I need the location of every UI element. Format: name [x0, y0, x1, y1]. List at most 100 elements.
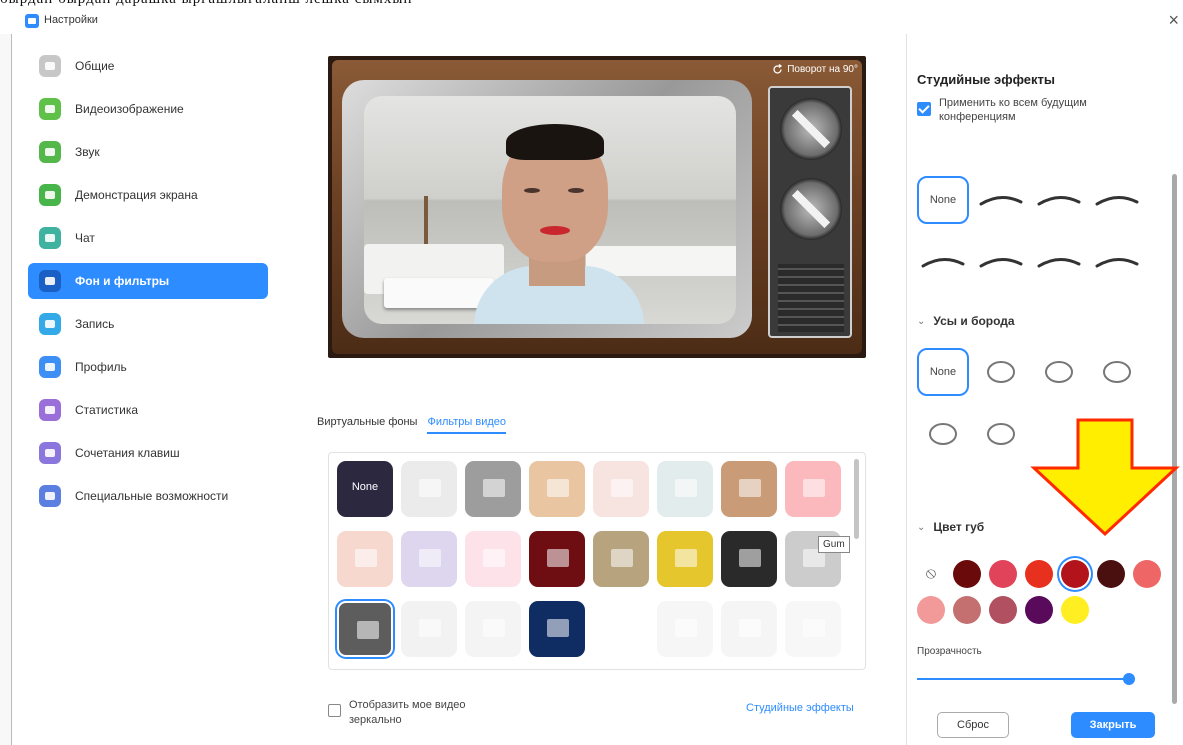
filter-tile[interactable]: [721, 461, 777, 517]
beard-option[interactable]: [975, 410, 1027, 458]
lip-color-swatch[interactable]: [1061, 560, 1089, 588]
sidebar-item-profile[interactable]: Профиль: [28, 349, 268, 385]
lip-color-swatch[interactable]: [1097, 560, 1125, 588]
eyebrow-option[interactable]: [1033, 176, 1085, 224]
sidebar-item-background[interactable]: Фон и фильтры: [28, 263, 268, 299]
lip-color-section-header[interactable]: ⌄ Цвет губ: [917, 520, 984, 534]
headphones-icon: [39, 141, 61, 163]
filter-tile[interactable]: [529, 531, 585, 587]
transparency-slider-thumb[interactable]: [1123, 673, 1135, 685]
filter-tile[interactable]: [657, 601, 713, 657]
sidebar-item-label: Запись: [75, 317, 115, 331]
lip-color-swatch[interactable]: [953, 596, 981, 624]
filter-tile[interactable]: [337, 601, 393, 657]
studio-effects-panel: Студийные эффекты Применить ко всем буду…: [906, 34, 1183, 745]
tab-video-filters[interactable]: Фильтры видео: [427, 416, 507, 434]
video-icon: [39, 98, 61, 120]
filter-tile[interactable]: [529, 601, 585, 657]
sidebar-item-accessibility[interactable]: Специальные возможности: [28, 478, 268, 514]
reset-button[interactable]: Сброс: [937, 712, 1009, 738]
gear-icon: [39, 55, 61, 77]
filter-tile[interactable]: [465, 531, 521, 587]
video-preview: Поворот на 90°: [328, 56, 866, 358]
eyebrow-option[interactable]: [1033, 238, 1085, 286]
sidebar-item-chat[interactable]: Чат: [28, 220, 268, 256]
beard-option[interactable]: [975, 348, 1027, 396]
transparency-slider-track[interactable]: [917, 678, 1133, 680]
filter-tile[interactable]: [529, 461, 585, 517]
lip-color-swatch[interactable]: [1133, 560, 1161, 588]
filter-tile[interactable]: [657, 531, 713, 587]
mirror-checkbox[interactable]: [328, 704, 341, 717]
background-window-edge: [0, 34, 12, 745]
beard-section-title: Усы и борода: [933, 314, 1015, 328]
filter-tile[interactable]: [401, 461, 457, 517]
beard-none-option[interactable]: None: [917, 348, 969, 396]
sidebar-item-headphones[interactable]: Звук: [28, 134, 268, 170]
filter-tile[interactable]: [657, 461, 713, 517]
lip-color-swatch[interactable]: [1025, 596, 1053, 624]
lip-color-swatch[interactable]: [953, 560, 981, 588]
filter-tile[interactable]: [465, 461, 521, 517]
filter-tile[interactable]: [721, 601, 777, 657]
sidebar-item-label: Видеоизображение: [75, 102, 184, 116]
filter-tile[interactable]: [593, 531, 649, 587]
eyebrow-option[interactable]: [917, 238, 969, 286]
filter-tile[interactable]: [465, 601, 521, 657]
no-color-icon[interactable]: ⦸: [917, 560, 945, 588]
beard-option[interactable]: [1091, 348, 1143, 396]
filter-tile[interactable]: [401, 531, 457, 587]
filter-none-label: None: [351, 481, 379, 493]
eyebrow-option[interactable]: [1091, 176, 1143, 224]
none-label: None: [929, 366, 957, 378]
filters-scrollbar[interactable]: [854, 459, 859, 539]
filter-tile[interactable]: [785, 461, 841, 517]
sidebar-item-stats[interactable]: Статистика: [28, 392, 268, 428]
transparency-label: Прозрачность: [917, 646, 982, 657]
eyebrow-option[interactable]: [1091, 238, 1143, 286]
sidebar-item-share-screen[interactable]: Демонстрация экрана: [28, 177, 268, 213]
sidebar-item-keyboard[interactable]: Сочетания клавиш: [28, 435, 268, 471]
apply-all-checkbox[interactable]: [917, 102, 931, 116]
filter-tile[interactable]: [401, 601, 457, 657]
sidebar-item-label: Общие: [75, 59, 115, 73]
filter-tile[interactable]: [593, 461, 649, 517]
lip-color-swatch[interactable]: [1025, 560, 1053, 588]
share-screen-icon: [39, 184, 61, 206]
studio-effects-link[interactable]: Студийные эффекты: [746, 702, 854, 714]
filter-none-tile[interactable]: None: [337, 461, 393, 517]
close-window-icon[interactable]: ×: [1168, 11, 1179, 29]
apply-all-option: Применить ко всем будущим конференциям: [917, 96, 1109, 124]
window-title: Настройки: [44, 14, 98, 26]
lip-color-swatch[interactable]: [989, 596, 1017, 624]
sidebar-item-video[interactable]: Видеоизображение: [28, 91, 268, 127]
beard-section-header[interactable]: ⌄ Усы и борода: [917, 314, 1015, 328]
sidebar-item-label: Фон и фильтры: [75, 274, 170, 288]
sidebar-item-label: Статистика: [75, 403, 139, 417]
lip-color-swatch[interactable]: [917, 596, 945, 624]
sidebar-item-record[interactable]: Запись: [28, 306, 268, 342]
beard-option[interactable]: [917, 410, 969, 458]
lip-color-swatch[interactable]: [989, 560, 1017, 588]
eyebrow-none-option[interactable]: None: [917, 176, 969, 224]
sidebar-item-label: Чат: [75, 231, 95, 245]
filter-tile[interactable]: [721, 531, 777, 587]
lip-color-swatches: ⦸: [917, 560, 1169, 624]
zoom-logo-icon: [25, 14, 39, 28]
eyebrow-option[interactable]: [975, 176, 1027, 224]
sidebar-item-gear[interactable]: Общие: [28, 48, 268, 84]
rotate-90-button[interactable]: Поворот на 90°: [772, 64, 858, 75]
settings-sidebar: Общие Видеоизображение Звук Демонстрация эк…: [28, 48, 268, 521]
filter-tile[interactable]: [593, 601, 649, 657]
filter-tile[interactable]: [337, 531, 393, 587]
video-filters-panel: None: [328, 452, 866, 670]
eyebrow-option[interactable]: [975, 238, 1027, 286]
cropped-page-text: бырдан бырдан дарашка ыргашлыгаланш лешк…: [0, 0, 1183, 8]
lip-color-swatch[interactable]: [1061, 596, 1089, 624]
close-button[interactable]: Закрыть: [1071, 712, 1155, 738]
beard-option[interactable]: [1033, 348, 1085, 396]
tab-virtual-backgrounds[interactable]: Виртуальные фоны: [317, 416, 417, 434]
filter-tile[interactable]: [785, 601, 841, 657]
accessibility-icon: [39, 485, 61, 507]
title-bar: Настройки ×: [20, 8, 1183, 34]
